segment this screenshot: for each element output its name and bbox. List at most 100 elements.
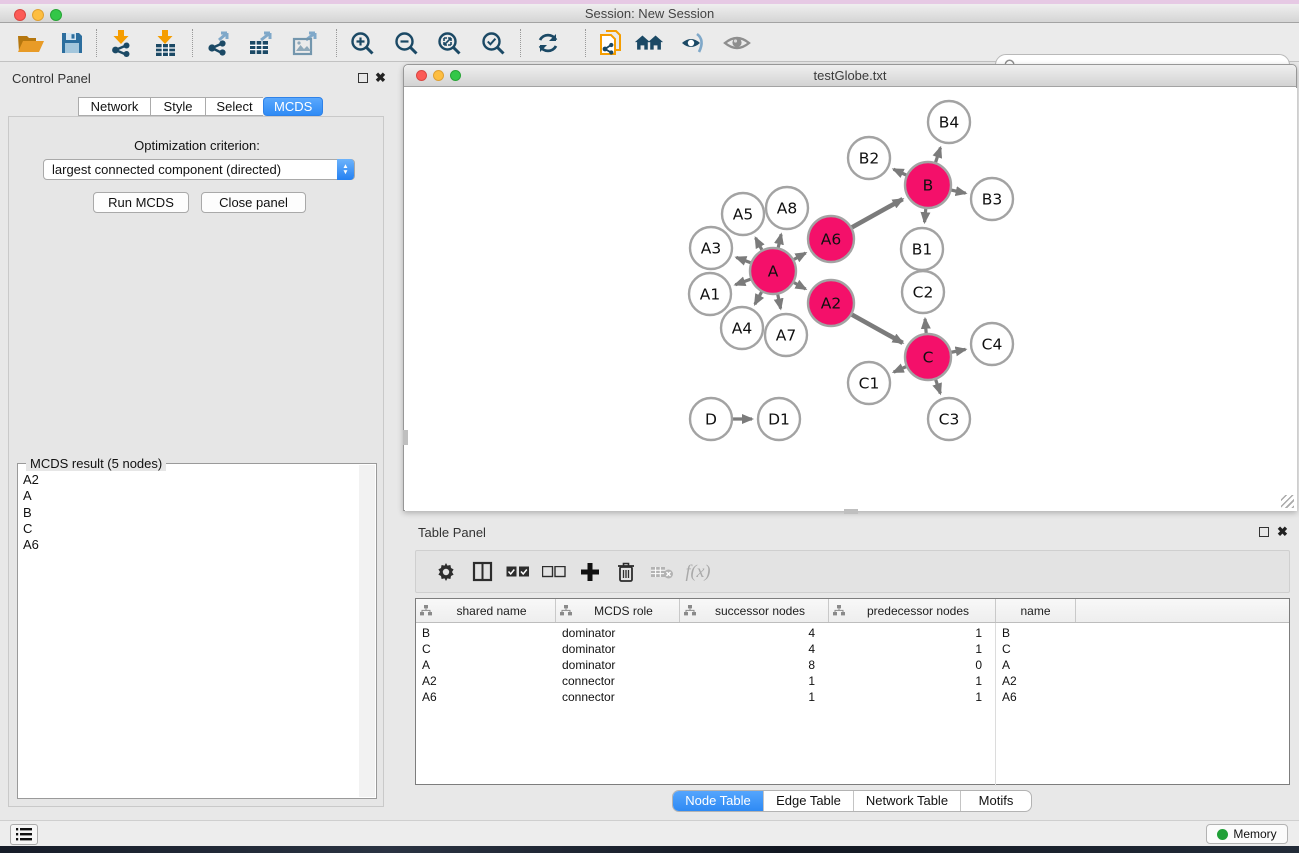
table-cell[interactable]: 0	[829, 658, 996, 674]
table-cell[interactable]: connector	[556, 674, 680, 690]
result-item[interactable]: C	[23, 521, 39, 537]
zoom-selected-button[interactable]	[478, 28, 508, 58]
result-item[interactable]: A	[23, 488, 39, 504]
plus-icon	[580, 562, 600, 582]
window-resize-grip[interactable]	[1281, 495, 1294, 508]
save-session-button[interactable]	[57, 28, 87, 58]
table-row[interactable]: A6connector11A6	[416, 690, 1289, 706]
tab-edge-table[interactable]: Edge Table	[764, 791, 854, 811]
column-header-successor-nodes[interactable]: successor nodes	[680, 599, 829, 622]
session-title: Session: New Session	[0, 6, 1299, 21]
result-item[interactable]: A2	[23, 472, 39, 488]
zoom-in-button[interactable]	[347, 28, 377, 58]
table-cell[interactable]: A2	[416, 674, 556, 690]
zoom-out-button[interactable]	[391, 28, 421, 58]
show-panels-button[interactable]	[722, 28, 752, 58]
column-header-shared-name[interactable]: shared name	[416, 599, 556, 622]
tab-network-table[interactable]: Network Table	[854, 791, 961, 811]
table-cell[interactable]: A2	[996, 674, 1076, 690]
import-table-button[interactable]	[150, 28, 180, 58]
network-canvas[interactable]: AA1A2A3A4A5A6A7A8BB1B2B3B4CC1C2C3C4DD1	[405, 88, 1297, 511]
column-header-MCDS-role[interactable]: MCDS role	[556, 599, 680, 622]
table-row[interactable]: A2connector11A2	[416, 674, 1289, 690]
memory-button[interactable]: Memory	[1206, 824, 1288, 844]
import-network-button[interactable]	[106, 28, 136, 58]
task-history-button[interactable]	[10, 824, 38, 845]
column-header-predecessor-nodes[interactable]: predecessor nodes	[829, 599, 996, 622]
tab-motifs[interactable]: Motifs	[961, 791, 1031, 811]
home-icon	[634, 32, 664, 54]
table-row[interactable]: Cdominator41C	[416, 642, 1289, 658]
horizontal-scroll-thumb[interactable]	[844, 509, 858, 514]
table-panel-float-icon[interactable]	[1259, 527, 1269, 537]
table-cell[interactable]: 1	[680, 674, 829, 690]
table-cell[interactable]: connector	[556, 690, 680, 706]
insert-column-button[interactable]	[464, 557, 500, 587]
tab-network[interactable]: Network	[78, 97, 150, 116]
table-toolbar: f(x)	[415, 550, 1290, 593]
home-button[interactable]	[634, 28, 664, 58]
select-all-columns-button[interactable]	[500, 557, 536, 587]
column-header-name[interactable]: name	[996, 599, 1076, 622]
table-cell[interactable]: dominator	[556, 626, 680, 642]
table-cell[interactable]: 1	[829, 674, 996, 690]
refresh-icon	[535, 30, 561, 56]
run-mcds-button[interactable]: Run MCDS	[93, 192, 189, 213]
export-image-button[interactable]	[290, 28, 320, 58]
table-cell[interactable]: 8	[680, 658, 829, 674]
tab-style[interactable]: Style	[150, 97, 205, 116]
control-panel-close-icon[interactable]: ✖	[375, 72, 386, 83]
table-cell[interactable]: 1	[829, 690, 996, 706]
unchecked-boxes-icon	[542, 566, 566, 578]
control-panel-float-icon[interactable]	[358, 73, 368, 83]
export-table-button[interactable]	[246, 28, 276, 58]
add-row-button[interactable]	[572, 557, 608, 587]
function-builder-button[interactable]: f(x)	[680, 557, 716, 587]
table-cell[interactable]: dominator	[556, 642, 680, 658]
graph-node-label: A4	[732, 320, 752, 338]
close-panel-button[interactable]: Close panel	[201, 192, 306, 213]
table-row[interactable]: Bdominator41B	[416, 626, 1289, 642]
table-cell[interactable]: 1	[680, 690, 829, 706]
save-icon	[60, 31, 84, 55]
deselect-all-columns-button[interactable]	[536, 557, 572, 587]
table-cell[interactable]: 4	[680, 626, 829, 642]
duplicate-network-button[interactable]	[596, 28, 626, 58]
table-cell[interactable]: A	[416, 658, 556, 674]
table-row[interactable]: Adominator80A	[416, 658, 1289, 674]
delete-table-button[interactable]	[644, 557, 680, 587]
trash-icon	[616, 561, 636, 583]
mcds-result-list[interactable]: A2ABCA6	[23, 472, 39, 553]
table-cell[interactable]: C	[416, 642, 556, 658]
network-window-titlebar[interactable]: testGlobe.txt	[404, 65, 1296, 87]
table-settings-button[interactable]	[428, 557, 464, 587]
control-panel-body: Optimization criterion: largest connecte…	[8, 116, 384, 807]
table-panel-close-icon[interactable]: ✖	[1277, 526, 1288, 537]
zoom-fit-button[interactable]	[434, 28, 464, 58]
open-session-button[interactable]	[16, 28, 46, 58]
table-cell[interactable]: dominator	[556, 658, 680, 674]
dropdown-stepper-icon: ▲▼	[337, 159, 354, 180]
export-network-button[interactable]	[203, 28, 233, 58]
table-cell[interactable]: 1	[829, 626, 996, 642]
delete-row-button[interactable]	[608, 557, 644, 587]
table-cell[interactable]: A6	[996, 690, 1076, 706]
table-cell[interactable]: 4	[680, 642, 829, 658]
result-item[interactable]: B	[23, 505, 39, 521]
graph-node-label: C	[923, 349, 934, 367]
vertical-scroll-thumb[interactable]	[403, 430, 408, 445]
result-item[interactable]: A6	[23, 537, 39, 553]
criterion-dropdown[interactable]: largest connected component (directed) ▲…	[43, 159, 355, 180]
refresh-button[interactable]	[533, 28, 563, 58]
hide-panels-button[interactable]	[678, 28, 708, 58]
table-cell[interactable]: A	[996, 658, 1076, 674]
table-cell[interactable]: 1	[829, 642, 996, 658]
table-cell[interactable]: B	[996, 626, 1076, 642]
table-cell[interactable]: B	[416, 626, 556, 642]
table-cell[interactable]: C	[996, 642, 1076, 658]
tab-mcds[interactable]: MCDS	[263, 97, 323, 116]
tab-select[interactable]: Select	[205, 97, 263, 116]
tab-node-table[interactable]: Node Table	[673, 791, 764, 811]
table-cell[interactable]: A6	[416, 690, 556, 706]
result-scrollbar[interactable]	[359, 465, 375, 797]
